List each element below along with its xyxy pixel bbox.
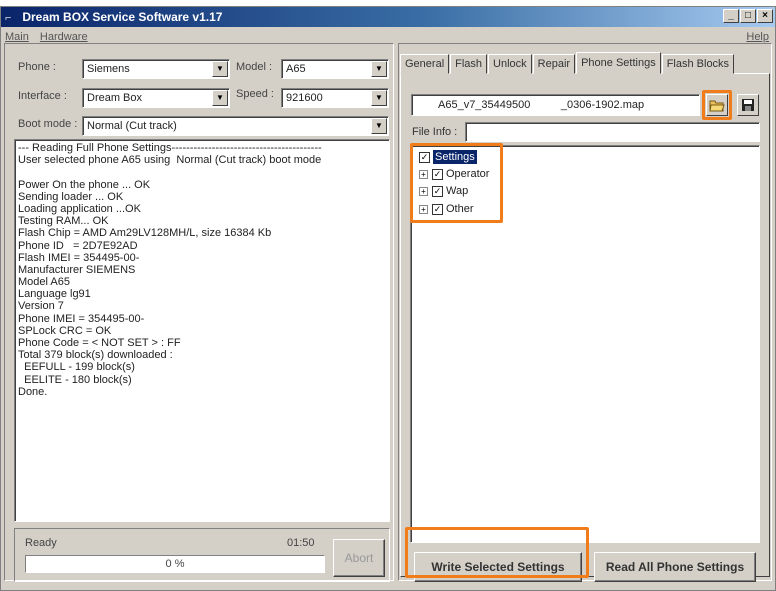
status-box: Ready 01:50 0 % Abort: [14, 528, 390, 582]
map-file-field[interactable]: A65_v7_35449500 _0306-1902.map: [411, 94, 700, 116]
minimize-button[interactable]: _: [723, 9, 739, 23]
window-title: Dream BOX Service Software v1.17: [22, 10, 223, 24]
progress-text: 0 %: [165, 558, 185, 570]
log-line: Done.: [18, 385, 48, 398]
speed-select-value: 921600: [286, 92, 323, 104]
status-time: 01:50: [287, 537, 315, 549]
log-line: EEFULL - 199 block(s): [18, 361, 135, 374]
log-line: Loading application ...OK: [18, 202, 141, 215]
floppy-save-icon: [742, 99, 754, 111]
chevron-down-icon[interactable]: ▼: [212, 90, 228, 106]
model-label: Model :: [236, 61, 273, 73]
interface-select-value: Dream Box: [87, 92, 143, 104]
log-line: SPLock CRC = OK: [18, 324, 112, 337]
log-line: Phone Code = < NOT SET > : FF: [18, 337, 181, 349]
window-controls: _ □ ×: [723, 9, 773, 23]
progress-bar: 0 %: [25, 555, 325, 573]
log-line: Model A65: [18, 276, 70, 289]
tab-unlock[interactable]: Unlock: [488, 54, 532, 74]
save-file-button[interactable]: [737, 94, 759, 116]
chevron-down-icon[interactable]: ▼: [212, 61, 228, 77]
speed-label: Speed :: [236, 88, 274, 100]
phone-select-value: Siemens: [87, 63, 130, 75]
abort-button[interactable]: Abort: [333, 539, 385, 577]
status-text: Ready: [25, 537, 57, 549]
write-button-highlight: [405, 527, 589, 578]
title-bar: ⌐ Dream BOX Service Software v1.17 _ □ ×: [1, 7, 775, 27]
menu-main[interactable]: Main: [5, 31, 29, 43]
maximize-button[interactable]: □: [740, 9, 756, 23]
tab-flash-blocks[interactable]: Flash Blocks: [661, 54, 735, 74]
interface-label: Interface :: [18, 90, 67, 102]
log-line: Phone ID = 2D7E92AD: [18, 239, 138, 252]
model-select[interactable]: A65 ▼: [281, 59, 389, 79]
phone-label: Phone :: [18, 61, 56, 73]
tree-highlight: [410, 143, 503, 223]
log-line: Flash Chip = AMD Am29LV128MH/L, size 163…: [18, 227, 272, 240]
log-line: Language lg91: [18, 288, 91, 301]
phone-select[interactable]: Siemens ▼: [82, 59, 230, 79]
file-info-field[interactable]: [465, 122, 760, 142]
log-line: EELITE - 180 block(s): [18, 373, 132, 386]
close-button[interactable]: ×: [757, 9, 773, 23]
chevron-down-icon[interactable]: ▼: [371, 90, 387, 106]
app-icon: ⌐: [5, 12, 12, 24]
tab-phone-settings[interactable]: Phone Settings: [576, 52, 661, 74]
log-line: --- Reading Full Phone Settings---------…: [18, 142, 322, 154]
menu-hardware[interactable]: Hardware: [40, 31, 88, 43]
tab-general[interactable]: General: [400, 54, 450, 74]
log-line: Power On the phone ... OK: [18, 178, 151, 191]
log-line: Testing RAM... OK: [18, 215, 109, 228]
tab-flash[interactable]: Flash: [450, 54, 488, 74]
open-button-highlight: [702, 90, 732, 120]
log-line: Manufacturer SIEMENS: [18, 263, 136, 276]
speed-select[interactable]: 921600 ▼: [281, 88, 389, 108]
log-line: Sending loader ... OK: [18, 190, 124, 203]
chevron-down-icon[interactable]: ▼: [371, 118, 387, 134]
interface-select[interactable]: Dream Box ▼: [82, 88, 230, 108]
log-line: Phone IMEI = 354495-00-: [18, 312, 145, 325]
log-line: Total 379 block(s) downloaded :: [18, 349, 173, 362]
bootmode-select[interactable]: Normal (Cut track) ▼: [82, 116, 389, 136]
chevron-down-icon[interactable]: ▼: [371, 61, 387, 77]
file-info-label: File Info :: [412, 126, 458, 138]
bootmode-select-value: Normal (Cut track): [87, 120, 177, 132]
model-select-value: A65: [286, 63, 306, 75]
log-line: Version 7: [18, 300, 64, 313]
log-line: Flash IMEI = 354495-00-: [18, 251, 140, 264]
log-output[interactable]: --- Reading Full Phone Settings---------…: [14, 139, 390, 522]
read-all-phone-settings-button[interactable]: Read All Phone Settings: [594, 552, 756, 582]
tab-strip: General Flash Unlock Repair Phone Settin…: [400, 52, 735, 74]
tab-repair[interactable]: Repair: [532, 54, 576, 74]
log-line: User selected phone A65 using Normal (Cu…: [18, 154, 322, 167]
bootmode-label: Boot mode :: [18, 118, 78, 130]
